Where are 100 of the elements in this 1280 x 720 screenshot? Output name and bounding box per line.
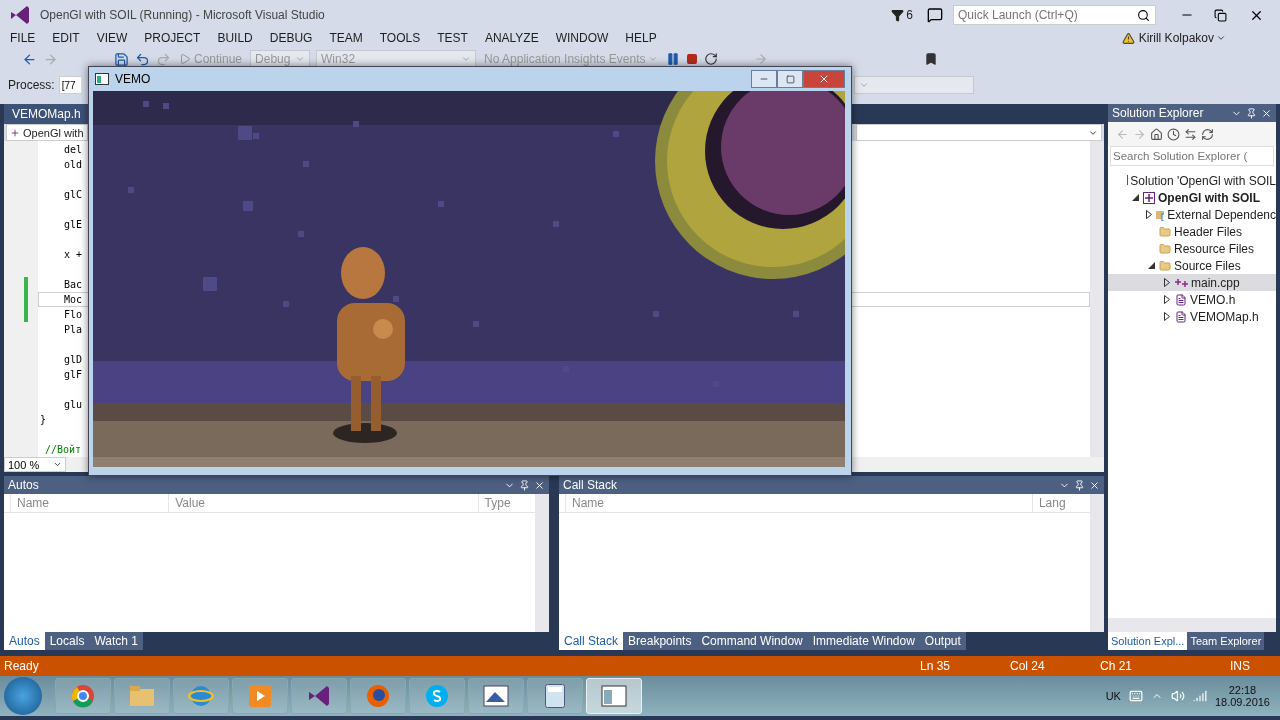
save-icon[interactable] [114, 51, 129, 67]
code-line: Flo [64, 309, 83, 320]
menu-item[interactable]: TEST [437, 31, 477, 45]
column-header: Name [565, 494, 1032, 512]
tree-item[interactable]: VEMOMap.h [1108, 308, 1276, 325]
taskbar-button[interactable] [527, 678, 583, 714]
clock-date: 18.09.2016 [1214, 696, 1270, 708]
menu-item[interactable]: WINDOW [555, 31, 618, 45]
scope-dropdown[interactable]: OpenGl with [6, 124, 88, 141]
collapsed-arrow-icon[interactable] [1164, 295, 1170, 304]
tree-item[interactable]: Resource Files [1108, 240, 1276, 257]
fox-globe-icon [366, 684, 390, 708]
panel-tab[interactable]: Team Explorer [1187, 632, 1265, 650]
calculator-icon [545, 684, 565, 708]
tree-item[interactable]: Header Files [1108, 223, 1276, 240]
panel-tab[interactable]: Locals [44, 632, 90, 650]
code-line: //Войт [45, 444, 82, 455]
menu-item[interactable]: BUILD [217, 31, 262, 45]
tree-item[interactable]: main.cpp [1108, 274, 1276, 291]
quick-launch-field[interactable]: Quick Launch (Ctrl+Q) [953, 5, 1156, 25]
refresh-icon[interactable] [1201, 127, 1214, 141]
back-icon[interactable] [22, 51, 37, 67]
pin-icon[interactable] [519, 479, 530, 491]
restore-icon[interactable] [1214, 8, 1227, 22]
taskbar-button[interactable] [291, 678, 347, 714]
pin-icon[interactable] [1074, 479, 1085, 491]
panel-title: Autos [8, 478, 40, 492]
collapsed-arrow-icon[interactable] [1164, 278, 1170, 287]
tree-item-label: Resource Files [1174, 241, 1255, 256]
bookmark-icon[interactable] [924, 52, 939, 66]
code-line: Moc [64, 294, 83, 305]
vertical-scrollbar[interactable] [1090, 141, 1104, 457]
code-line: glF [64, 369, 83, 380]
tree-item[interactable]: Solution 'OpenGl with SOIL [1108, 172, 1276, 189]
maximize-icon [785, 74, 795, 84]
clock-icon[interactable] [1167, 127, 1180, 141]
redo-icon[interactable] [156, 51, 171, 67]
tree-item[interactable]: Source Files [1108, 257, 1276, 274]
code-line: old [64, 159, 83, 170]
language-indicator: UK [1105, 690, 1121, 702]
panel-tab[interactable]: Call Stack [559, 632, 624, 650]
expanded-arrow-icon[interactable] [1131, 194, 1139, 201]
maximize-button[interactable] [777, 70, 803, 88]
collapsed-arrow-icon[interactable] [1164, 312, 1170, 321]
speaker-icon[interactable] [1170, 689, 1185, 703]
status-text: Ready [4, 659, 40, 673]
tree-item[interactable]: VEMO.h [1108, 291, 1276, 308]
tree-item[interactable]: OpenGl with SOIL [1108, 189, 1276, 206]
panel-tab[interactable]: Autos [4, 632, 45, 650]
taskbar-button[interactable] [468, 678, 524, 714]
menu-item[interactable]: ANALYZE [484, 31, 548, 45]
horizontal-scrollbar[interactable] [1108, 618, 1276, 632]
taskbar-button[interactable] [55, 678, 111, 714]
stop-icon[interactable] [686, 53, 699, 65]
pin-icon[interactable] [1246, 107, 1257, 119]
caret-icon [648, 54, 659, 64]
restart-icon[interactable] [704, 52, 719, 66]
minimize-button[interactable] [751, 70, 777, 88]
panel-tab[interactable]: Breakpoints [623, 632, 697, 650]
panel-tab[interactable]: Command Window [696, 632, 808, 650]
notifications-button[interactable]: 6 [887, 8, 917, 22]
menu-item[interactable]: FILE [10, 31, 45, 45]
process-field[interactable]: [77 [58, 76, 81, 94]
sync-icon[interactable] [1184, 127, 1197, 141]
column-header: Name [10, 494, 169, 512]
taskbar-button[interactable] [350, 678, 406, 714]
window-title: OpenGl with SOIL (Running) - Microsoft Visual Studio [40, 8, 326, 22]
panel-tab[interactable]: Solution Expl... [1108, 632, 1188, 650]
panel-tab[interactable]: Immediate Window [807, 632, 920, 650]
user-account-button[interactable]: Kirill Kolpakov [1134, 31, 1230, 45]
file-icon [1175, 293, 1187, 306]
code-line: del [64, 144, 83, 155]
chrome-logo-icon [71, 684, 95, 708]
menu-item[interactable]: PROJECT [144, 31, 210, 45]
code-line: glD [64, 354, 83, 365]
undo-icon[interactable] [135, 51, 150, 67]
menu-item[interactable]: DEBUG [269, 31, 322, 45]
menu-item[interactable]: TEAM [329, 31, 372, 45]
home-icon[interactable] [1150, 127, 1163, 141]
menu-item[interactable]: EDIT [52, 31, 89, 45]
menu-item[interactable]: HELP [625, 31, 666, 45]
zoom-dropdown[interactable]: 100 % [4, 457, 66, 472]
panel-tab[interactable]: Watch 1 [89, 632, 143, 650]
caret-icon [53, 460, 62, 469]
start-orb-icon[interactable] [4, 677, 42, 715]
menu-item[interactable]: TOOLS [379, 31, 430, 45]
collapsed-arrow-icon[interactable] [1146, 210, 1153, 219]
pause-icon[interactable] [666, 52, 681, 66]
panel-title: Solution Explorer [1112, 106, 1205, 120]
column-header: Lang [1031, 494, 1090, 512]
document-tab[interactable]: VEMOMap.h [4, 104, 89, 124]
menu-item[interactable]: VIEW [96, 31, 137, 45]
search-field[interactable]: Search Solution Explorer ( [1110, 146, 1274, 166]
close-icon[interactable] [534, 479, 545, 491]
caret-icon [1216, 33, 1226, 43]
project-icon [1143, 191, 1155, 204]
tree-item[interactable]: External Dependenc [1108, 206, 1276, 223]
feedback-icon[interactable] [927, 7, 943, 23]
panel-tab[interactable]: Output [919, 632, 966, 650]
expanded-arrow-icon[interactable] [1147, 262, 1155, 269]
